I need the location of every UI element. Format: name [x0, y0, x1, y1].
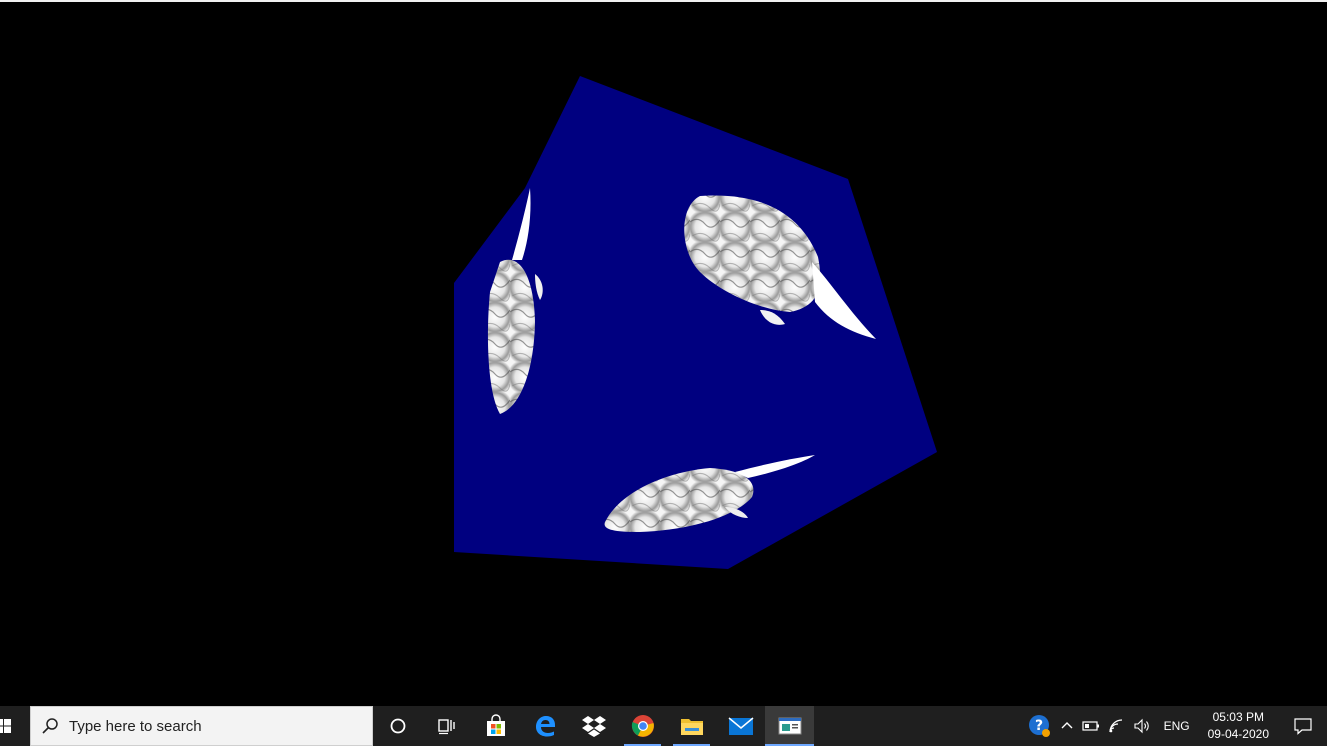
search-placeholder: Type here to search [69, 717, 202, 735]
chrome-button[interactable] [618, 706, 667, 746]
store-button[interactable] [471, 706, 520, 746]
svg-text:?: ? [1035, 718, 1043, 734]
clock-button[interactable]: 05:03 PM 09-04-2020 [1198, 709, 1279, 743]
mail-button[interactable] [716, 706, 765, 746]
battery-button[interactable] [1078, 706, 1104, 746]
input-language-button[interactable]: ENG [1156, 706, 1198, 746]
system-tray: ? ENG 05:03 PM 09-04-2020 [1024, 706, 1327, 746]
circle-icon [390, 718, 405, 734]
help-tray-button[interactable]: ? [1024, 706, 1056, 746]
help-icon: ? [1028, 715, 1050, 737]
folder-icon [680, 719, 703, 735]
edge-button[interactable] [520, 706, 569, 746]
speaker-icon [1134, 718, 1149, 734]
clock-date: 09-04-2020 [1207, 727, 1269, 741]
active-app-button[interactable] [765, 706, 814, 746]
file-explorer-button[interactable] [667, 706, 716, 746]
app-window-icon [778, 717, 801, 735]
dropbox-button[interactable] [569, 706, 618, 746]
dropbox-icon [581, 716, 606, 737]
windows-logo-icon [0, 719, 11, 733]
render-viewport [0, 0, 1327, 706]
volume-button[interactable] [1130, 706, 1156, 746]
search-icon [42, 718, 58, 734]
notification-icon [1294, 718, 1312, 735]
wifi-icon [1108, 719, 1122, 733]
show-hidden-icons-button[interactable] [1056, 706, 1078, 746]
task-view-button[interactable] [422, 706, 471, 746]
start-button[interactable] [0, 706, 20, 746]
edge-icon [535, 716, 555, 737]
clock-time: 05:03 PM [1212, 710, 1264, 724]
mail-icon [728, 717, 753, 735]
taskbar-search-box[interactable]: Type here to search [30, 706, 373, 746]
battery-icon [1081, 721, 1099, 731]
cube-canvas [454, 76, 937, 569]
store-bag-icon [486, 714, 505, 736]
task-view-icon [437, 719, 455, 735]
action-center-button[interactable] [1279, 706, 1327, 746]
taskbar: Type here to search ? ENG 05:03 PM 09-04… [0, 706, 1327, 746]
chrome-icon [631, 715, 654, 737]
cortana-button[interactable] [373, 706, 422, 746]
network-button[interactable] [1104, 706, 1130, 746]
chevron-up-icon [1061, 722, 1073, 729]
